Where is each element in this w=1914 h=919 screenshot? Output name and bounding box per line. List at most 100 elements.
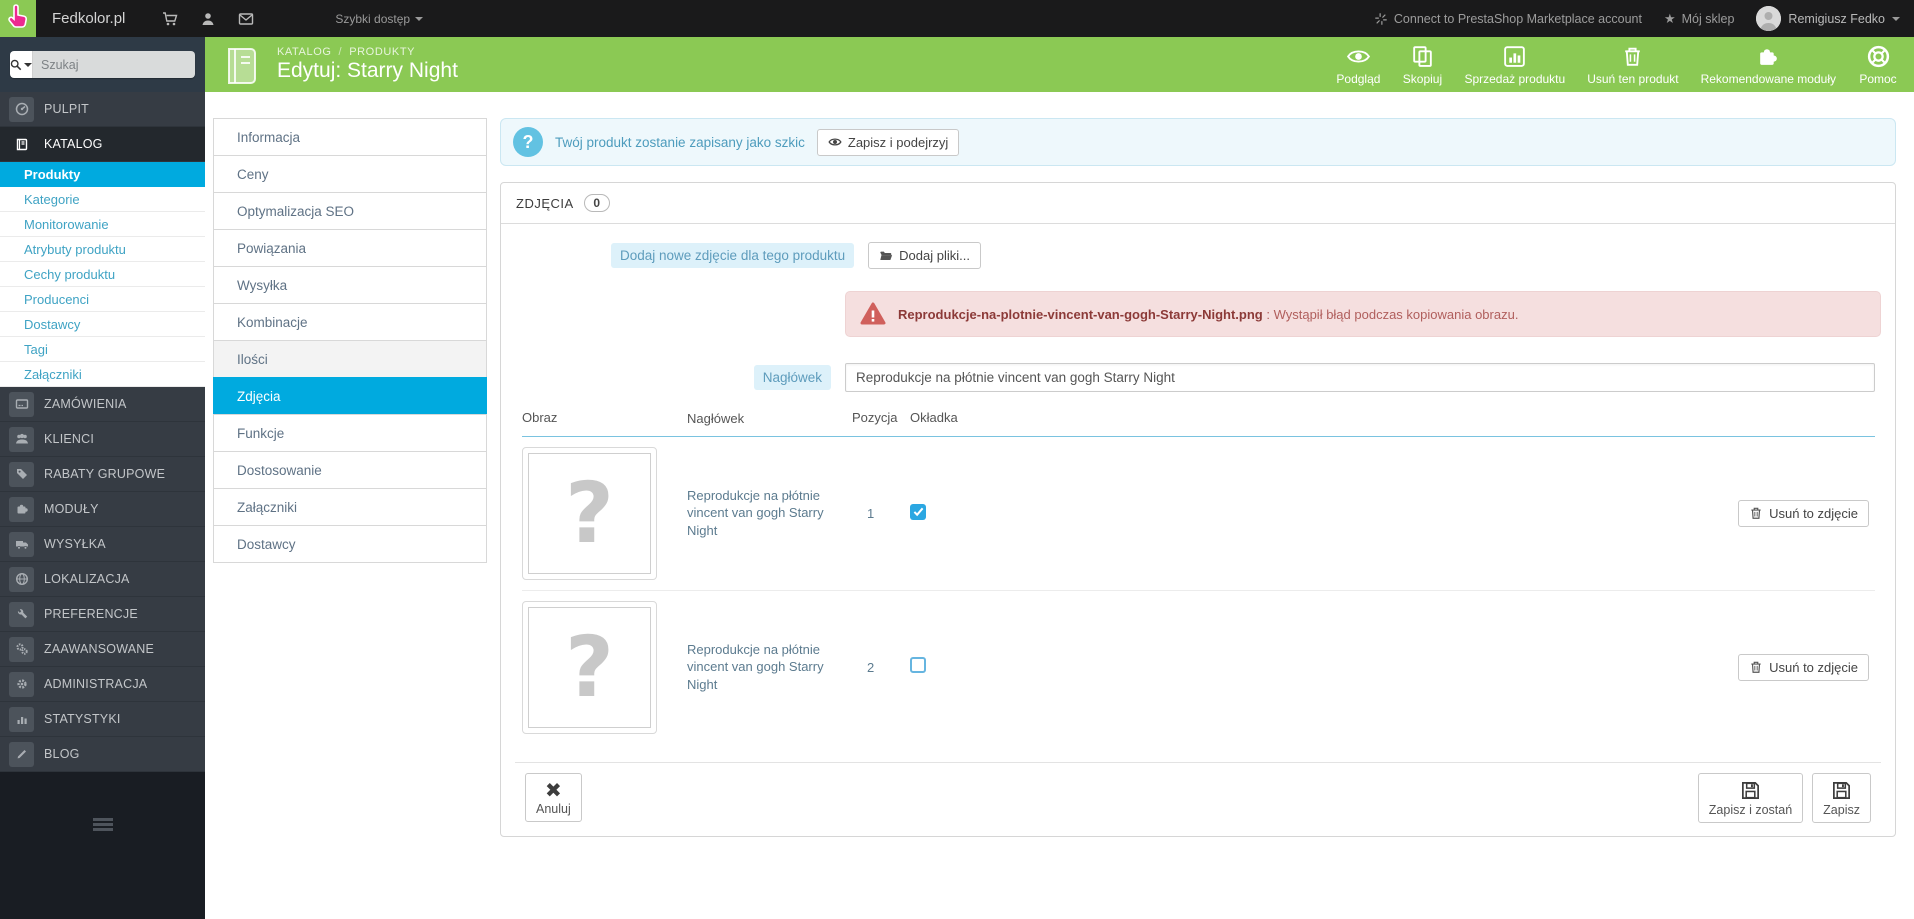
- tab-dostawcy[interactable]: Dostawcy: [213, 525, 487, 563]
- panel-title: ZDJĘCIA: [516, 195, 574, 211]
- breadcrumb-katalog[interactable]: KATALOG: [277, 46, 332, 58]
- search-icon: [10, 59, 22, 70]
- sidebar-item-wysylka[interactable]: WYSYŁKA: [0, 527, 205, 562]
- add-files-button[interactable]: Dodaj pliki...: [868, 242, 981, 269]
- sidebar-item-preferencje[interactable]: PREFERENCJE: [0, 597, 205, 632]
- add-image-label: Dodaj nowe zdjęcie dla tego produktu: [611, 243, 855, 268]
- search-input[interactable]: [33, 51, 195, 78]
- product-tabs: Informacja Ceny Optymalizacja SEO Powiąz…: [213, 118, 487, 919]
- tab-dostosowanie[interactable]: Dostosowanie: [213, 451, 487, 489]
- star-icon: ★: [1663, 10, 1676, 26]
- chart-icon: [1504, 45, 1526, 67]
- sidebar-item-statystyki[interactable]: STATYSTYKI: [0, 702, 205, 737]
- broken-link-icon: [1375, 12, 1387, 25]
- sidebar-item-zalaczniki[interactable]: Załączniki: [0, 362, 205, 387]
- content: KATALOG / PRODUKTY Edytuj: Starry Night …: [205, 37, 1914, 919]
- col-header-naglowek: Nagłówek: [687, 411, 745, 426]
- eye-icon: [828, 138, 842, 146]
- stats-icon: [9, 706, 34, 732]
- breadcrumb-produkty[interactable]: PRODUKTY: [349, 46, 415, 58]
- tab-funkcje[interactable]: Funkcje: [213, 414, 487, 452]
- customers-icon: [9, 426, 34, 452]
- sidebar-item-zamowienia[interactable]: ZAMÓWIENIA: [0, 387, 205, 422]
- sidebar-item-atrybuty-produktu[interactable]: Atrybuty produktu: [0, 237, 205, 262]
- delete-image-button[interactable]: Usuń to zdjęcie: [1738, 499, 1869, 527]
- save-and-preview-button[interactable]: Zapisz i podejrzyj: [816, 128, 960, 156]
- connect-marketplace-link[interactable]: Connect to PrestaShop Marketplace accoun…: [1374, 12, 1642, 26]
- recommended-modules-button[interactable]: Rekomendowane moduły: [1701, 44, 1836, 86]
- chevron-down-icon: [24, 62, 32, 67]
- cancel-button[interactable]: ✖ Anuluj: [525, 772, 582, 822]
- tab-wysylka[interactable]: Wysyłka: [213, 266, 487, 304]
- caption-input[interactable]: [845, 363, 1875, 392]
- katalog-submenu: Produkty Kategorie Monitorowanie Atrybut…: [0, 162, 205, 387]
- main-menu: PULPIT KATALOG Produkty Kategorie Monito…: [0, 92, 205, 772]
- image-row-1: ? Reprodukcje na płótnie vincent van gog…: [522, 437, 1875, 591]
- orders-icon: [9, 391, 34, 417]
- delete-product-button[interactable]: Usuń ten produkt: [1587, 44, 1679, 86]
- sidebar-item-producenci[interactable]: Producenci: [0, 287, 205, 312]
- tab-zalaczniki[interactable]: Załączniki: [213, 488, 487, 526]
- tab-informacja[interactable]: Informacja: [213, 118, 487, 156]
- puzzle-icon: [1759, 48, 1777, 65]
- sidebar-item-produkty[interactable]: Produkty: [0, 162, 205, 187]
- tab-optymalizacja-seo[interactable]: Optymalizacja SEO: [213, 192, 487, 230]
- chevron-down-icon: [1892, 16, 1900, 21]
- save-button[interactable]: Zapisz: [1812, 772, 1871, 823]
- sidebar-item-dostawcy[interactable]: Dostawcy: [0, 312, 205, 337]
- customer-icon[interactable]: [189, 0, 227, 37]
- image-position: 2: [867, 659, 875, 675]
- sidebar-item-tagi[interactable]: Tagi: [0, 337, 205, 362]
- sidebar-item-rabaty-grupowe[interactable]: RABATY GRUPOWE: [0, 457, 205, 492]
- my-shop-link[interactable]: ★ Mój sklep: [1664, 11, 1734, 27]
- sidebar-item-lokalizacja[interactable]: LOKALIZACJA: [0, 562, 205, 597]
- sidebar-item-pulpit[interactable]: PULPIT: [0, 92, 205, 127]
- sidebar-item-moduly[interactable]: MODUŁY: [0, 492, 205, 527]
- duplicate-button[interactable]: Skopiuj: [1402, 44, 1442, 86]
- help-button[interactable]: Pomoc: [1858, 44, 1898, 86]
- sidebar-item-blog[interactable]: BLOG: [0, 737, 205, 772]
- tab-kombinacje[interactable]: Kombinacje: [213, 303, 487, 341]
- images-table: Obraz Nagłówek Pozycja Okładka ? Reprodu…: [522, 410, 1875, 744]
- prestashop-admin-page: Fedkolor.pl Szybki dostęp Connect to Pre…: [0, 0, 1914, 919]
- sidebar-item-katalog[interactable]: KATALOG: [0, 127, 205, 162]
- save-icon: [1741, 781, 1759, 799]
- sidebar-item-klienci[interactable]: KLIENCI: [0, 422, 205, 457]
- gears-icon: [9, 636, 34, 662]
- caption-field-row: Nagłówek: [515, 363, 1881, 392]
- tab-ceny[interactable]: Ceny: [213, 155, 487, 193]
- save-and-stay-button[interactable]: Zapisz i zostań: [1697, 772, 1804, 823]
- search-zone: [0, 37, 205, 92]
- tab-ilosci[interactable]: Ilości: [213, 340, 487, 378]
- sidebar-item-kategorie[interactable]: Kategorie: [0, 187, 205, 212]
- sidebar-item-monitorowanie[interactable]: Monitorowanie: [0, 212, 205, 237]
- tab-powiazania[interactable]: Powiązania: [213, 229, 487, 267]
- sidebar-item-cechy-produktu[interactable]: Cechy produktu: [0, 262, 205, 287]
- shop-name[interactable]: Fedkolor.pl: [52, 10, 125, 27]
- messages-icon[interactable]: [227, 0, 265, 37]
- cart-icon[interactable]: [151, 0, 189, 37]
- breadcrumb: KATALOG / PRODUKTY: [277, 46, 416, 58]
- eye-icon: [1346, 49, 1370, 63]
- image-position: 1: [867, 505, 875, 521]
- collapse-menu-icon[interactable]: [92, 818, 113, 919]
- image-caption: Reprodukcje na płótnie vincent van gogh …: [687, 487, 824, 538]
- book-icon: [9, 132, 34, 157]
- avatar: [1756, 6, 1782, 31]
- tab-zdjecia[interactable]: Zdjęcia: [213, 377, 487, 415]
- cover-checkbox-checked[interactable]: [910, 503, 926, 520]
- draft-alert-text: Twój produkt zostanie zapisany jako szki…: [555, 134, 805, 150]
- user-menu[interactable]: Remigiusz Fedko: [1756, 6, 1900, 31]
- search-type-dropdown[interactable]: [10, 51, 33, 78]
- sidebar-item-administracja[interactable]: ADMINISTRACJA: [0, 667, 205, 702]
- product-sales-button[interactable]: Sprzedaż produktu: [1464, 44, 1565, 86]
- shipping-icon: [9, 531, 34, 557]
- caption-label: Nagłówek: [753, 365, 831, 390]
- quick-access-menu[interactable]: Szybki dostęp: [335, 12, 424, 26]
- sidebar-item-zaawansowane[interactable]: ZAAWANSOWANE: [0, 632, 205, 667]
- cover-checkbox-unchecked[interactable]: [910, 656, 926, 673]
- topbar: Fedkolor.pl Szybki dostęp Connect to Pre…: [0, 0, 1914, 37]
- preview-button[interactable]: Podgląd: [1336, 44, 1380, 86]
- gauge-icon: [9, 96, 34, 122]
- delete-image-button[interactable]: Usuń to zdjęcie: [1738, 653, 1869, 681]
